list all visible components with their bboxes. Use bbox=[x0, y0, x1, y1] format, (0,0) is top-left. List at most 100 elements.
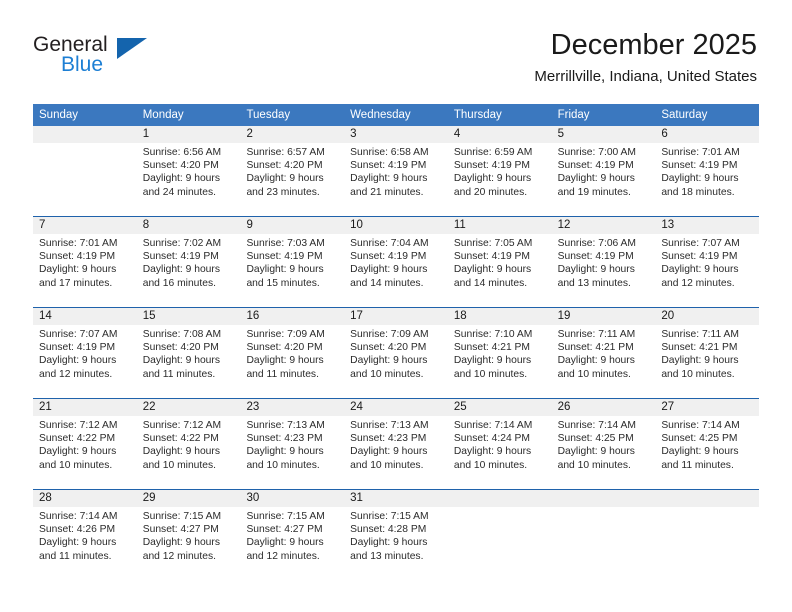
day-cell[interactable]: Sunrise: 7:07 AM Sunset: 4:19 PM Daylight:… bbox=[33, 325, 137, 398]
day-cell[interactable]: Sunrise: 6:57 AM Sunset: 4:20 PM Daylight:… bbox=[240, 143, 344, 216]
day-cell[interactable]: Sunrise: 7:15 AM Sunset: 4:27 PM Daylight:… bbox=[240, 507, 344, 580]
day-number[interactable]: 30 bbox=[240, 490, 344, 507]
day-number[interactable]: 24 bbox=[344, 399, 448, 416]
day-number[interactable]: 5 bbox=[552, 126, 656, 143]
day-cell[interactable]: Sunrise: 7:13 AM Sunset: 4:23 PM Daylight:… bbox=[240, 416, 344, 489]
day-number[interactable]: 29 bbox=[137, 490, 241, 507]
sunset-text: Sunset: 4:19 PM bbox=[557, 251, 634, 263]
sunrise-text: Sunrise: 6:57 AM bbox=[246, 147, 325, 158]
sunrise-text: Sunrise: 6:56 AM bbox=[142, 147, 222, 158]
day-cell[interactable]: Sunrise: 7:09 AM Sunset: 4:20 PM Daylight:… bbox=[344, 325, 448, 398]
sunrise-text: Sunrise: 6:58 AM bbox=[350, 147, 429, 158]
calendar-weeks: 1 2 3 4 5 6 Sunrise: 6:56 AM Sunset: 4:20 PM Day… bbox=[33, 126, 759, 580]
daylight-text-line2: and 13 minutes. bbox=[350, 550, 424, 562]
day-cell[interactable]: Sunrise: 7:14 AM Sunset: 4:25 PM Daylight:… bbox=[655, 416, 759, 489]
day-number[interactable]: 23 bbox=[240, 399, 344, 416]
weekday-header-wednesday: Wednesday bbox=[350, 109, 411, 121]
day-number[interactable]: 9 bbox=[240, 217, 344, 234]
day-number[interactable]: 3 bbox=[344, 126, 448, 143]
day-number[interactable]: 14 bbox=[33, 308, 137, 325]
sunrise-text: Sunrise: 7:03 AM bbox=[246, 238, 325, 249]
sunset-text: Sunset: 4:19 PM bbox=[557, 160, 634, 172]
daylight-text-line2: and 10 minutes. bbox=[557, 459, 631, 471]
day-number[interactable]: 28 bbox=[33, 490, 137, 507]
day-number[interactable]: 31 bbox=[344, 490, 448, 507]
day-number[interactable]: 19 bbox=[552, 308, 656, 325]
day-number[interactable]: 18 bbox=[448, 308, 552, 325]
day-cell[interactable]: Sunrise: 7:10 AM Sunset: 4:21 PM Daylight:… bbox=[448, 325, 552, 398]
day-number[interactable]: 27 bbox=[655, 399, 759, 416]
daylight-text-line1: Daylight: 9 hours bbox=[350, 537, 428, 549]
day-number[interactable]: 13 bbox=[655, 217, 759, 234]
sunrise-text: Sunrise: 7:15 AM bbox=[350, 511, 429, 522]
sunrise-text: Sunrise: 7:15 AM bbox=[246, 511, 325, 522]
day-number[interactable]: 16 bbox=[240, 308, 344, 325]
general-blue-logo[interactable]: General Blue bbox=[33, 33, 163, 83]
logo-word-blue: Blue bbox=[61, 53, 104, 76]
day-cell[interactable]: Sunrise: 7:11 AM Sunset: 4:21 PM Daylight:… bbox=[552, 325, 656, 398]
sunrise-text: Sunrise: 7:06 AM bbox=[557, 238, 637, 249]
day-cell[interactable]: Sunrise: 7:12 AM Sunset: 4:22 PM Daylight:… bbox=[33, 416, 137, 489]
day-number[interactable]: 20 bbox=[655, 308, 759, 325]
daylight-text-line1: Daylight: 9 hours bbox=[557, 173, 635, 185]
sunset-text: Sunset: 4:19 PM bbox=[661, 251, 738, 263]
sunrise-text: Sunrise: 7:02 AM bbox=[142, 238, 222, 249]
day-cell[interactable]: Sunrise: 7:13 AM Sunset: 4:23 PM Daylight:… bbox=[344, 416, 448, 489]
week-day-number-band: 7 8 9 10 11 12 13 bbox=[33, 217, 759, 234]
day-cell[interactable]: Sunrise: 7:06 AM Sunset: 4:19 PM Daylight:… bbox=[552, 234, 656, 307]
daylight-text-line1: Daylight: 9 hours bbox=[142, 537, 220, 549]
day-number[interactable]: 25 bbox=[448, 399, 552, 416]
daylight-text-line1: Daylight: 9 hours bbox=[453, 264, 532, 276]
day-cell[interactable]: Sunrise: 7:01 AM Sunset: 4:19 PM Daylight:… bbox=[33, 234, 137, 307]
weekday-header-sunday: Sunday bbox=[39, 109, 79, 121]
daylight-text-line1: Daylight: 9 hours bbox=[661, 173, 739, 185]
day-cell[interactable]: Sunrise: 7:04 AM Sunset: 4:19 PM Daylight:… bbox=[344, 234, 448, 307]
day-number[interactable]: 1 bbox=[137, 126, 241, 143]
day-cell[interactable]: Sunrise: 7:11 AM Sunset: 4:21 PM Daylight:… bbox=[655, 325, 759, 398]
sunrise-text: Sunrise: 7:11 AM bbox=[557, 329, 636, 340]
day-number[interactable]: 10 bbox=[344, 217, 448, 234]
day-cell[interactable]: Sunrise: 6:56 AM Sunset: 4:20 PM Daylight:… bbox=[137, 143, 241, 216]
day-cell[interactable]: Sunrise: 6:58 AM Sunset: 4:19 PM Daylight:… bbox=[344, 143, 448, 216]
day-cell[interactable]: Sunrise: 7:01 AM Sunset: 4:19 PM Daylight:… bbox=[655, 143, 759, 216]
day-cell[interactable]: Sunrise: 7:00 AM Sunset: 4:19 PM Daylight:… bbox=[552, 143, 656, 216]
day-cell[interactable]: Sunrise: 7:03 AM Sunset: 4:19 PM Daylight:… bbox=[240, 234, 344, 307]
sunset-text: Sunset: 4:19 PM bbox=[246, 251, 323, 263]
daylight-text-line2: and 23 minutes. bbox=[246, 186, 320, 198]
day-number[interactable]: 7 bbox=[33, 217, 137, 234]
day-cell[interactable]: Sunrise: 6:59 AM Sunset: 4:19 PM Daylight:… bbox=[448, 143, 552, 216]
day-number[interactable]: 8 bbox=[137, 217, 241, 234]
day-number[interactable]: 21 bbox=[33, 399, 137, 416]
title-block: December 2025 Merrillville, Indiana, Uni… bbox=[534, 28, 757, 86]
day-number[interactable]: 15 bbox=[137, 308, 241, 325]
day-cell[interactable]: Sunrise: 7:15 AM Sunset: 4:28 PM Daylight:… bbox=[344, 507, 448, 580]
day-cell[interactable]: Sunrise: 7:05 AM Sunset: 4:19 PM Daylight:… bbox=[448, 234, 552, 307]
daylight-text-line1: Daylight: 9 hours bbox=[661, 355, 739, 367]
day-number[interactable]: 4 bbox=[448, 126, 552, 143]
day-number[interactable]: 12 bbox=[552, 217, 656, 234]
daylight-text-line2: and 10 minutes. bbox=[557, 368, 631, 380]
day-number[interactable]: 6 bbox=[655, 126, 759, 143]
day-number[interactable]: 26 bbox=[552, 399, 656, 416]
day-cell[interactable]: Sunrise: 7:07 AM Sunset: 4:19 PM Daylight:… bbox=[655, 234, 759, 307]
day-cell[interactable]: Sunrise: 7:02 AM Sunset: 4:19 PM Daylight:… bbox=[137, 234, 241, 307]
calendar-week-row: 7 8 9 10 11 12 13 Sunrise: 7:01 AM Sunset: 4:19 … bbox=[33, 216, 759, 307]
day-cell[interactable]: Sunrise: 7:08 AM Sunset: 4:20 PM Daylight:… bbox=[137, 325, 241, 398]
sunset-text: Sunset: 4:20 PM bbox=[246, 160, 323, 172]
day-cell[interactable]: Sunrise: 7:14 AM Sunset: 4:25 PM Daylight:… bbox=[552, 416, 656, 489]
weekday-header-saturday: Saturday bbox=[661, 109, 708, 121]
daylight-text-line1: Daylight: 9 hours bbox=[142, 355, 220, 367]
day-number[interactable]: 17 bbox=[344, 308, 448, 325]
day-cell[interactable]: Sunrise: 7:12 AM Sunset: 4:22 PM Daylight:… bbox=[137, 416, 241, 489]
day-number[interactable]: 2 bbox=[240, 126, 344, 143]
day-number[interactable]: 22 bbox=[137, 399, 241, 416]
daylight-text-line2: and 11 minutes. bbox=[661, 459, 734, 471]
daylight-text-line1: Daylight: 9 hours bbox=[453, 446, 532, 458]
day-number[interactable]: 11 bbox=[448, 217, 552, 234]
day-cell[interactable]: Sunrise: 7:15 AM Sunset: 4:27 PM Daylight:… bbox=[137, 507, 241, 580]
day-cell[interactable]: Sunrise: 7:14 AM Sunset: 4:26 PM Daylight:… bbox=[33, 507, 137, 580]
page-subtitle: Merrillville, Indiana, United States bbox=[534, 68, 757, 85]
daylight-text-line2: and 11 minutes. bbox=[246, 368, 319, 380]
day-cell[interactable]: Sunrise: 7:14 AM Sunset: 4:24 PM Daylight:… bbox=[448, 416, 552, 489]
day-cell[interactable]: Sunrise: 7:09 AM Sunset: 4:20 PM Daylight:… bbox=[240, 325, 344, 398]
